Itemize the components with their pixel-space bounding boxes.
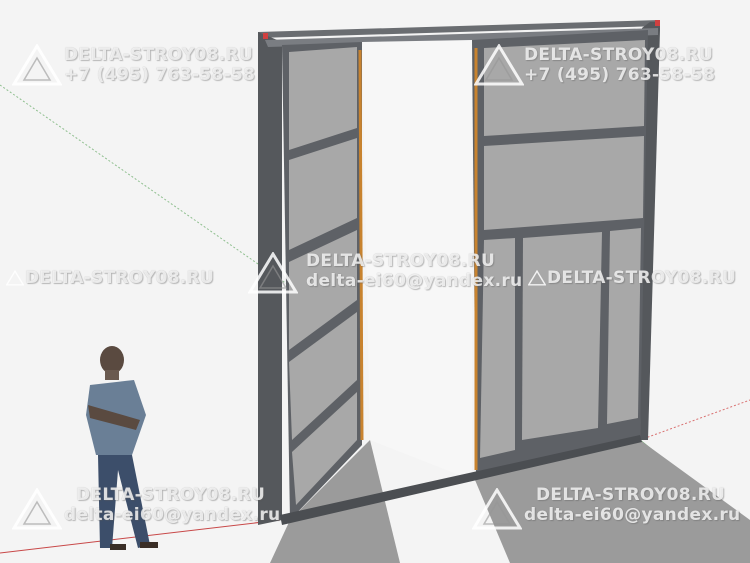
watermark-bottom-left: DELTA-STROY08.RU delta-ei60@yandex.ru: [64, 487, 280, 524]
watermark-mid-left: DELTA-STROY08.RU: [25, 270, 214, 287]
wicket-door-glass: [522, 232, 602, 440]
red-axis-line: [639, 399, 750, 441]
watermark-top-right: DELTA-STROY08.RU +7 (495) 763-58-58: [524, 47, 715, 84]
left-hinge-bar: [358, 49, 364, 441]
watermark-site: DELTA-STROY08.RU: [76, 485, 266, 505]
watermark-phone: +7 (495) 763-58-58: [524, 65, 716, 85]
watermark-bottom-right: DELTA-STROY08.RU delta-ei60@yandex.ru: [524, 487, 740, 524]
watermark-site: DELTA-STROY08.RU: [25, 268, 215, 288]
render-viewport: DELTA-STROY08.RU +7 (495) 763-58-58 DELT…: [0, 0, 750, 563]
right-leaf-glass-right: [607, 228, 641, 424]
corner-marker-right: [655, 20, 660, 26]
watermark-top-left: DELTA-STROY08.RU +7 (495) 763-58-58: [64, 47, 255, 84]
delta-logo-icon: [472, 488, 522, 530]
corner-marker-left: [263, 33, 268, 39]
watermark-mid-right: DELTA-STROY08.RU: [547, 270, 736, 287]
delta-logo-icon: [6, 270, 24, 286]
watermark-center: DELTA-STROY08.RU delta-ei60@yandex.ru: [306, 253, 522, 290]
watermark-site: DELTA-STROY08.RU: [536, 485, 726, 505]
watermark-email: delta-ei60@yandex.ru: [64, 505, 281, 525]
right-leaf-glass-mid: [484, 136, 644, 230]
delta-logo-icon: [474, 44, 524, 86]
watermark-site: DELTA-STROY08.RU: [306, 251, 496, 271]
delta-logo-icon: [528, 270, 546, 286]
delta-logo-icon: [248, 252, 298, 294]
watermark-site: DELTA-STROY08.RU: [547, 268, 737, 288]
delta-logo-icon: [12, 488, 62, 530]
watermark-email: delta-ei60@yandex.ru: [306, 271, 523, 291]
watermark-site: DELTA-STROY08.RU: [64, 45, 254, 65]
watermark-phone: +7 (495) 763-58-58: [64, 65, 256, 85]
delta-logo-icon: [12, 44, 62, 86]
watermark-email: delta-ei60@yandex.ru: [524, 505, 741, 525]
watermark-site: DELTA-STROY08.RU: [524, 45, 714, 65]
